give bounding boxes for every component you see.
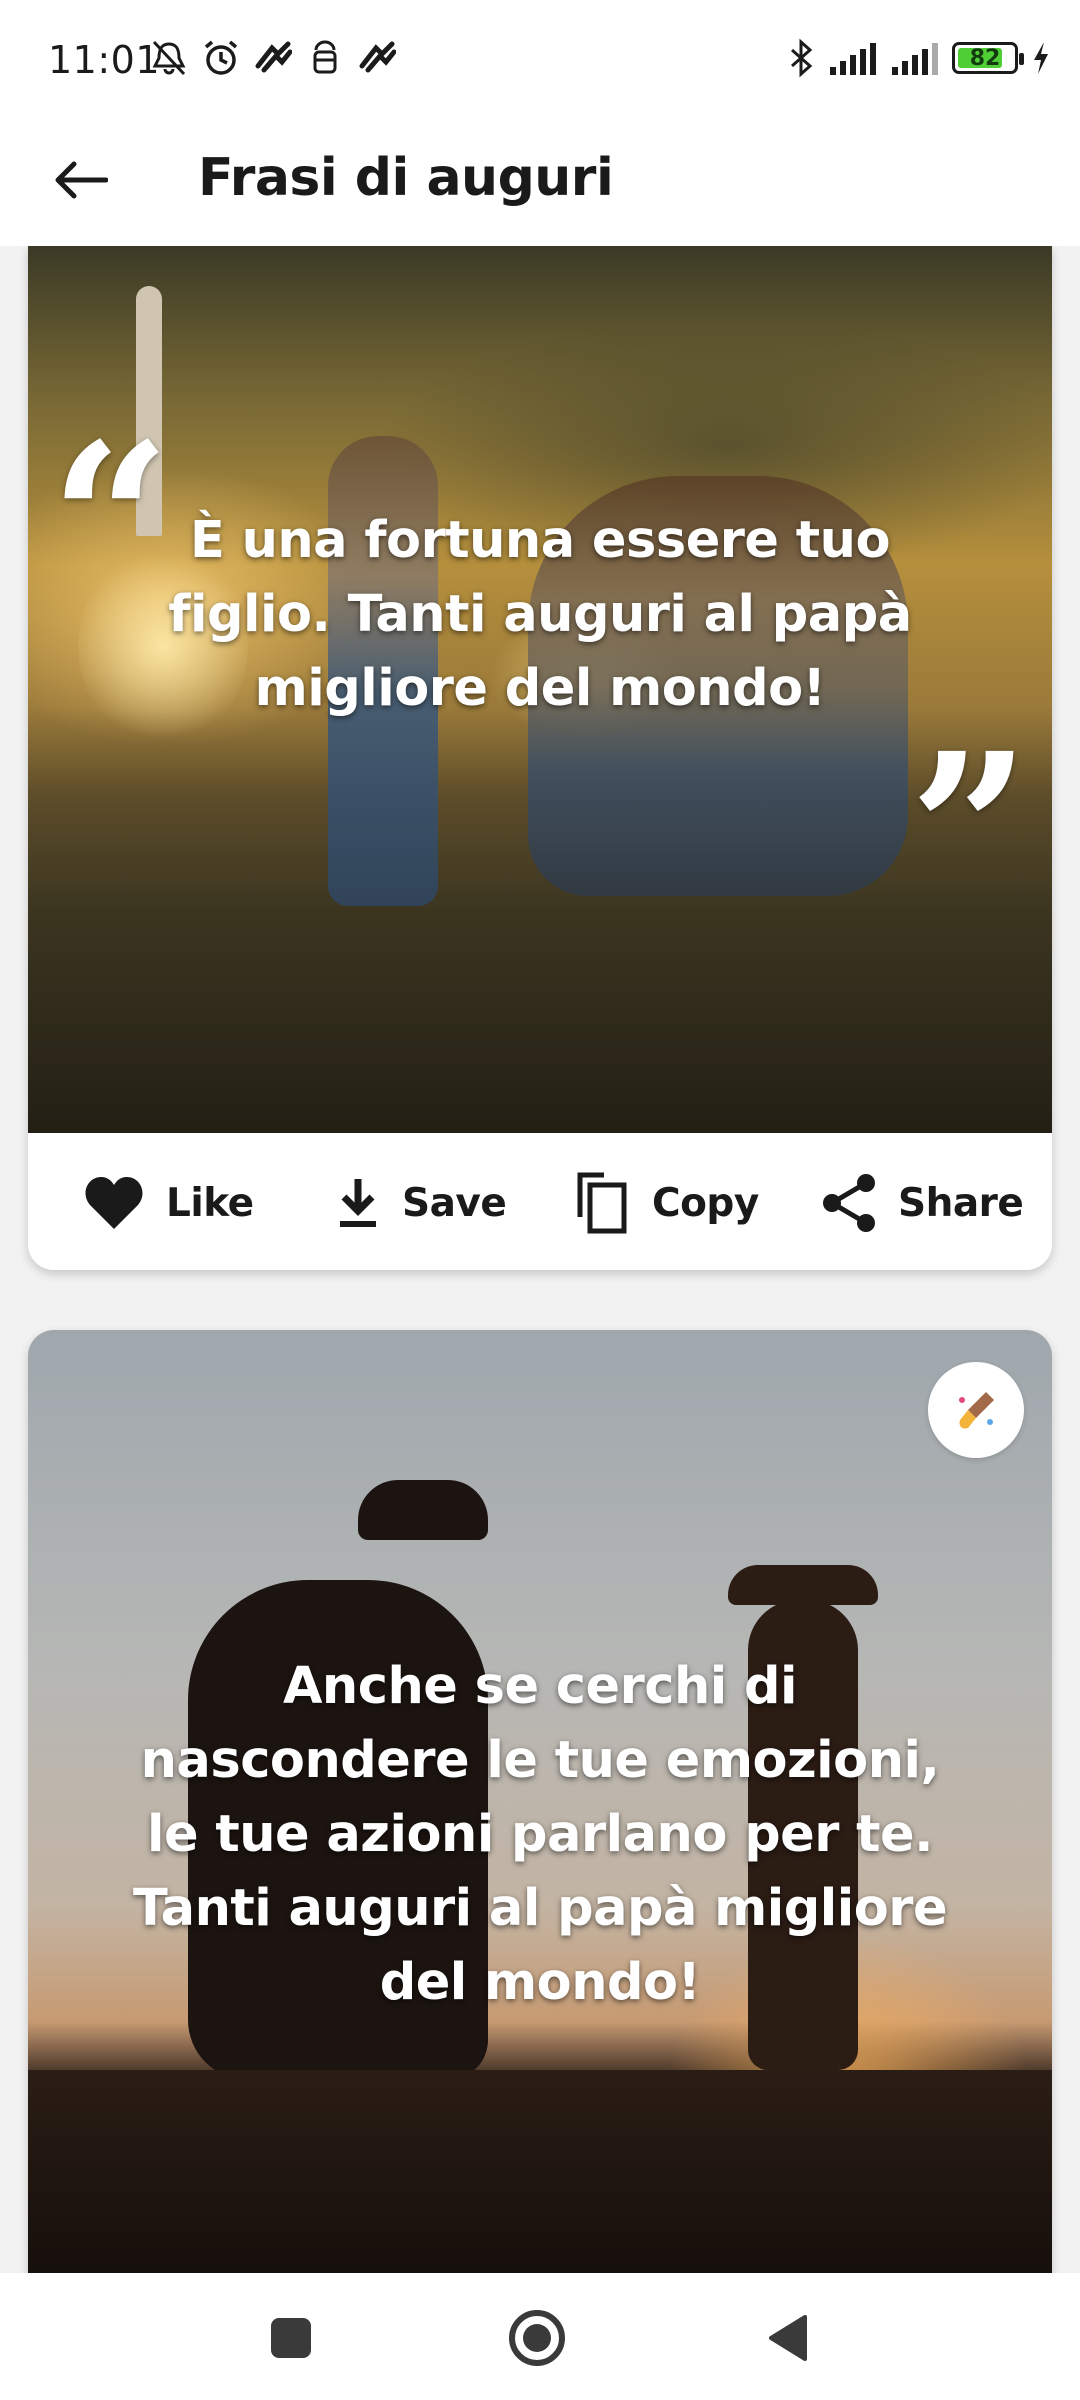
home-button[interactable] bbox=[502, 2303, 572, 2373]
quote-text: Anche se cerchi di nascondere le tue emo… bbox=[28, 1650, 1052, 2020]
heart-icon bbox=[85, 1177, 143, 1229]
battery-level: 82 bbox=[969, 45, 1001, 71]
status-bar: 11:01 82 bbox=[0, 0, 1080, 118]
save-button[interactable]: Save bbox=[336, 1171, 507, 1235]
recents-button[interactable] bbox=[256, 2303, 326, 2373]
quote-line: Anche se cerchi di bbox=[282, 1657, 798, 1716]
mute-icon bbox=[150, 38, 188, 78]
quote-line: le tue azioni parlano per te. bbox=[147, 1805, 933, 1864]
share-button[interactable]: Share bbox=[822, 1171, 1024, 1235]
quote-text: È una fortuna essere tuo figlio. Tanti a… bbox=[28, 504, 1052, 726]
notification-icons bbox=[150, 38, 397, 78]
quote-image[interactable]: “ È una fortuna essere tuo figlio. Tanti… bbox=[28, 246, 1052, 1133]
quote-line: nascondere le tue emozioni, bbox=[140, 1731, 940, 1790]
share-label: Share bbox=[898, 1180, 1024, 1226]
download-icon bbox=[340, 1179, 376, 1227]
close-quote-mark: ” bbox=[909, 707, 1030, 954]
quote-card: Anche se cerchi di nascondere le tue emo… bbox=[28, 1330, 1052, 2273]
app-bar: Frasi di auguri bbox=[0, 118, 1080, 246]
app-notification-icon bbox=[358, 38, 397, 78]
copy-button[interactable]: Copy bbox=[574, 1171, 759, 1235]
quote-card: “ È una fortuna essere tuo figlio. Tanti… bbox=[28, 246, 1052, 1270]
android-icon bbox=[306, 38, 344, 78]
battery-nub bbox=[1019, 53, 1024, 65]
arrow-left-icon bbox=[55, 161, 108, 199]
quote-image[interactable]: Anche se cerchi di nascondere le tue emo… bbox=[28, 1330, 1052, 2273]
nav-back-button[interactable] bbox=[752, 2303, 822, 2373]
quote-line: migliore del mondo! bbox=[254, 659, 826, 718]
recents-square-icon bbox=[271, 2318, 311, 2358]
signal-icon bbox=[892, 43, 938, 75]
quote-line: Tanti auguri al papà migliore bbox=[132, 1879, 948, 1938]
quote-line: È una fortuna essere tuo bbox=[189, 511, 891, 570]
like-label: Like bbox=[166, 1180, 254, 1226]
back-button[interactable] bbox=[40, 140, 120, 220]
copy-label: Copy bbox=[652, 1180, 759, 1226]
ground bbox=[28, 2070, 1052, 2273]
quotes-feed[interactable]: “ È una fortuna essere tuo figlio. Tanti… bbox=[0, 246, 1080, 2273]
back-triangle-icon bbox=[769, 2315, 807, 2361]
system-nav-bar bbox=[0, 2273, 1080, 2400]
hat-silhouette bbox=[358, 1480, 488, 1540]
home-circle-icon bbox=[509, 2310, 565, 2366]
copy-icon bbox=[577, 1172, 627, 1234]
quote-line: figlio. Tanti auguri al papà bbox=[168, 585, 912, 644]
boy-hat-silhouette bbox=[728, 1565, 878, 1605]
share-icon bbox=[823, 1174, 875, 1232]
alarm-icon bbox=[202, 38, 240, 78]
status-right-icons: 82 bbox=[786, 38, 1052, 78]
save-label: Save bbox=[402, 1180, 507, 1226]
status-time: 11:01 bbox=[48, 38, 161, 82]
signal-icon bbox=[830, 43, 876, 75]
page-title: Frasi di auguri bbox=[198, 148, 614, 208]
bluetooth-icon bbox=[791, 38, 813, 78]
battery-icon: 82 bbox=[952, 42, 1024, 74]
charging-icon bbox=[1034, 42, 1048, 74]
app-notification-icon bbox=[254, 38, 293, 78]
like-button[interactable]: Like bbox=[84, 1171, 254, 1235]
edit-style-button[interactable] bbox=[928, 1362, 1024, 1458]
brush-icon bbox=[959, 1392, 994, 1429]
card-actions: Like Save Copy Share bbox=[28, 1133, 1052, 1270]
quote-line: del mondo! bbox=[379, 1953, 701, 2012]
